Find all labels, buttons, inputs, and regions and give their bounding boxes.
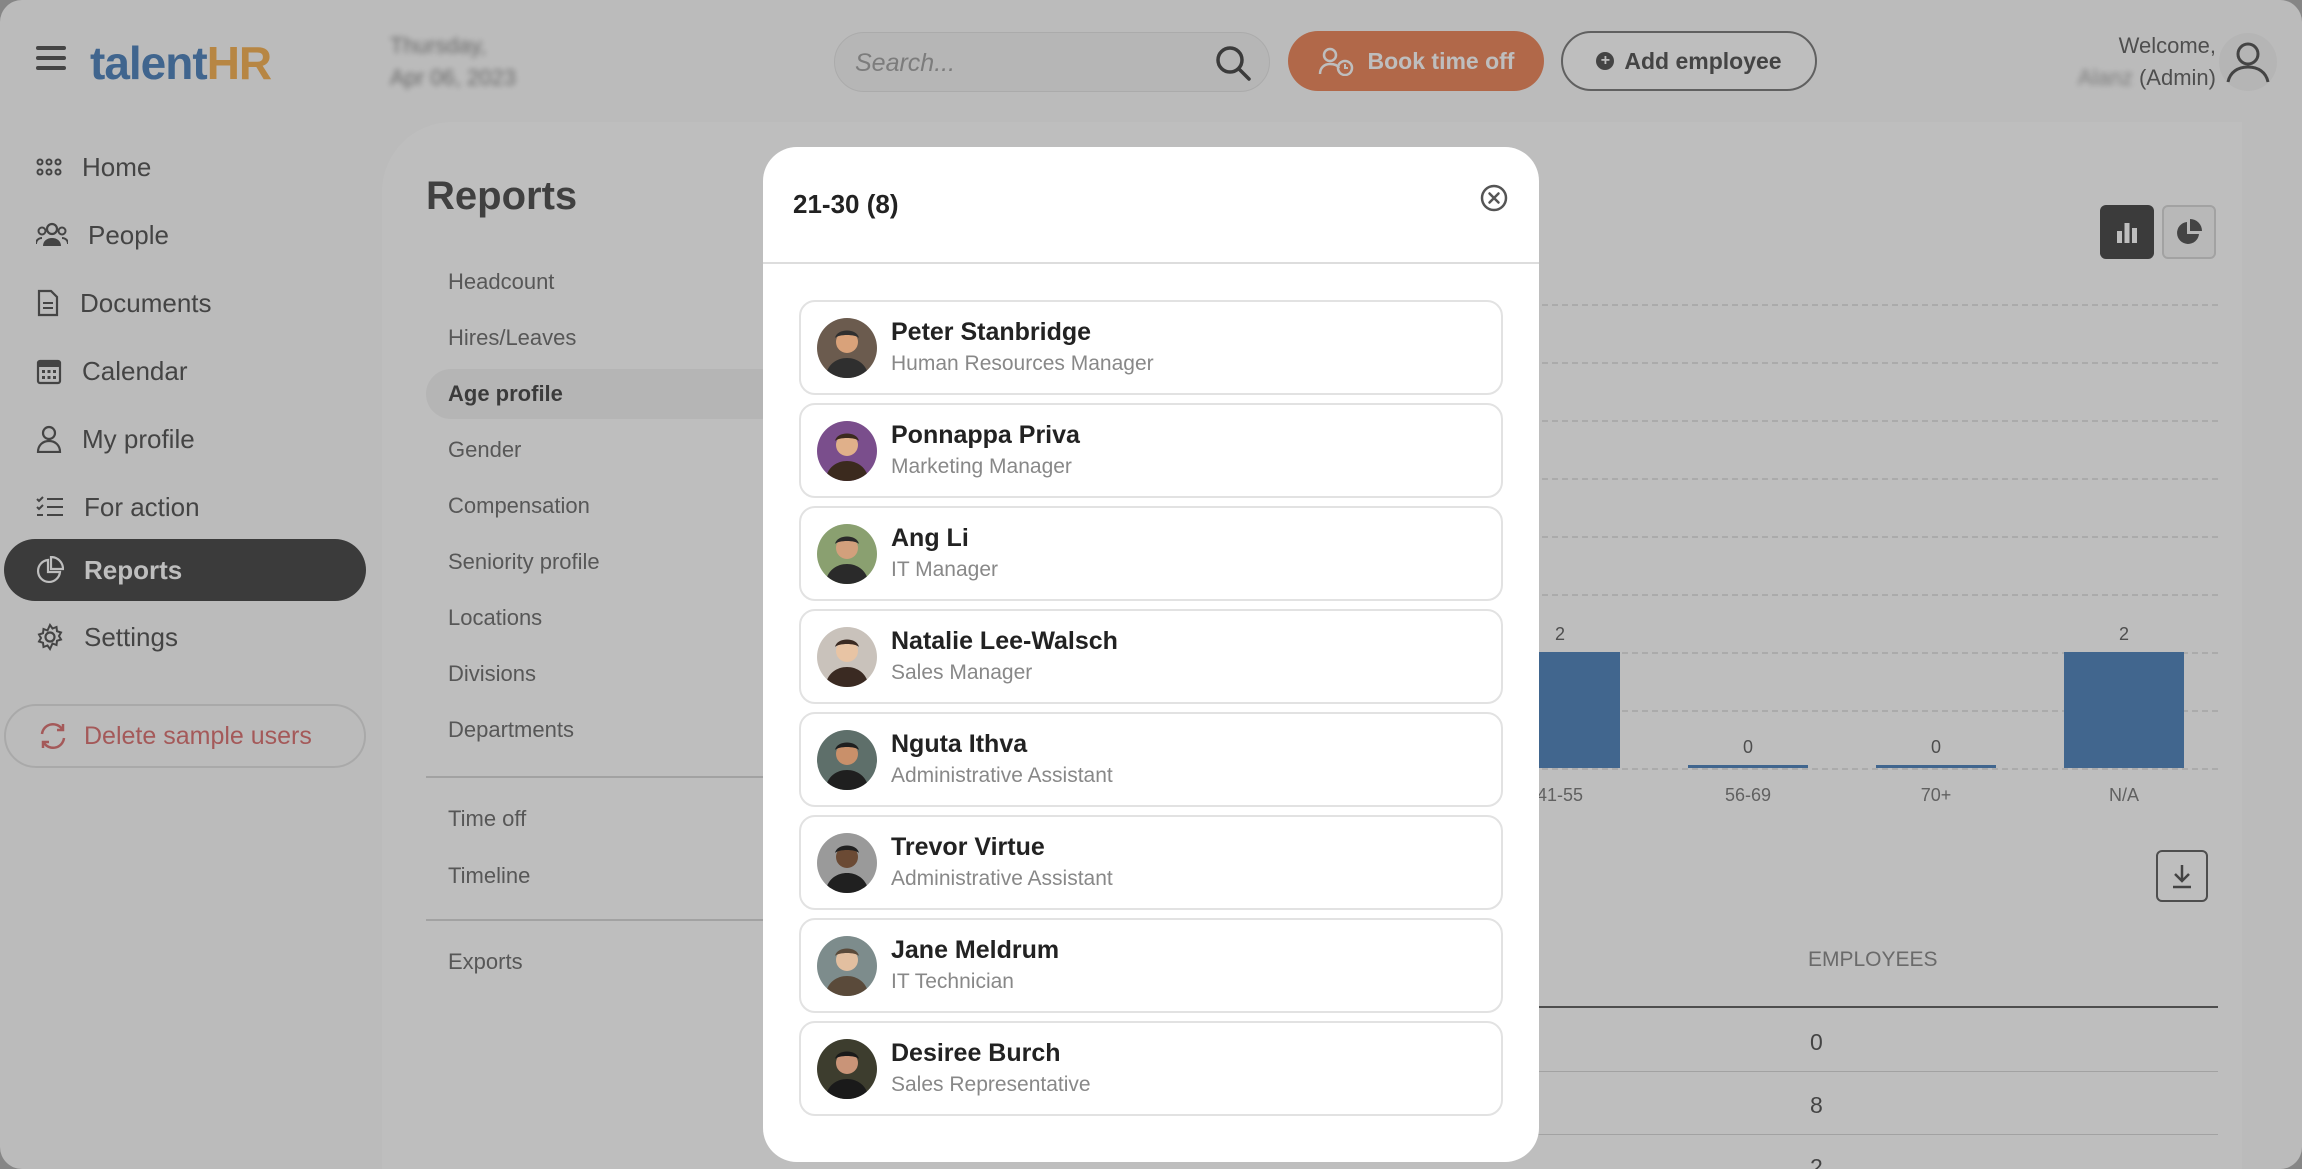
employee-list-item[interactable]: Peter Stanbridge Human Resources Manager — [799, 300, 1503, 395]
employee-role: IT Technician — [891, 970, 1014, 993]
employee-role: Human Resources Manager — [891, 352, 1154, 375]
employee-name: Trevor Virtue — [891, 833, 1045, 861]
employee-list-item[interactable]: Trevor Virtue Administrative Assistant — [799, 815, 1503, 910]
employee-avatar — [817, 936, 877, 996]
employee-role: Administrative Assistant — [891, 867, 1113, 890]
employee-role: Administrative Assistant — [891, 764, 1113, 787]
employee-list-modal: 21-30 (8) Peter Stanbridge Human Resource… — [763, 147, 1539, 1162]
employee-list-item[interactable]: Jane Meldrum IT Technician — [799, 918, 1503, 1013]
employee-avatar — [817, 1039, 877, 1099]
modal-title: 21-30 (8) — [793, 189, 899, 219]
employee-name: Natalie Lee-Walsch — [891, 627, 1118, 655]
employee-avatar — [817, 421, 877, 481]
employee-role: IT Manager — [891, 558, 998, 581]
employee-list-item[interactable]: Ponnappa Priva Marketing Manager — [799, 403, 1503, 498]
employee-name: Ang Li — [891, 524, 969, 552]
employee-role: Marketing Manager — [891, 455, 1072, 478]
employee-name: Ponnappa Priva — [891, 421, 1080, 449]
employee-avatar — [817, 627, 877, 687]
close-icon[interactable] — [1479, 183, 1509, 213]
employee-name: Peter Stanbridge — [891, 318, 1092, 346]
employee-list-item[interactable]: Desiree Burch Sales Representative — [799, 1021, 1503, 1116]
employee-role: Sales Manager — [891, 661, 1033, 684]
employee-list-item[interactable]: Ang Li IT Manager — [799, 506, 1503, 601]
employee-name: Desiree Burch — [891, 1039, 1061, 1067]
employee-name: Nguta Ithva — [891, 730, 1028, 758]
employee-avatar — [817, 833, 877, 893]
employee-avatar — [817, 730, 877, 790]
employee-role: Sales Representative — [891, 1073, 1091, 1096]
employee-list-item[interactable]: Natalie Lee-Walsch Sales Manager — [799, 609, 1503, 704]
employee-name: Jane Meldrum — [891, 936, 1060, 964]
employee-list-item[interactable]: Nguta Ithva Administrative Assistant — [799, 712, 1503, 807]
modal-divider — [763, 262, 1539, 264]
employee-avatar — [817, 524, 877, 584]
employee-avatar — [817, 318, 877, 378]
